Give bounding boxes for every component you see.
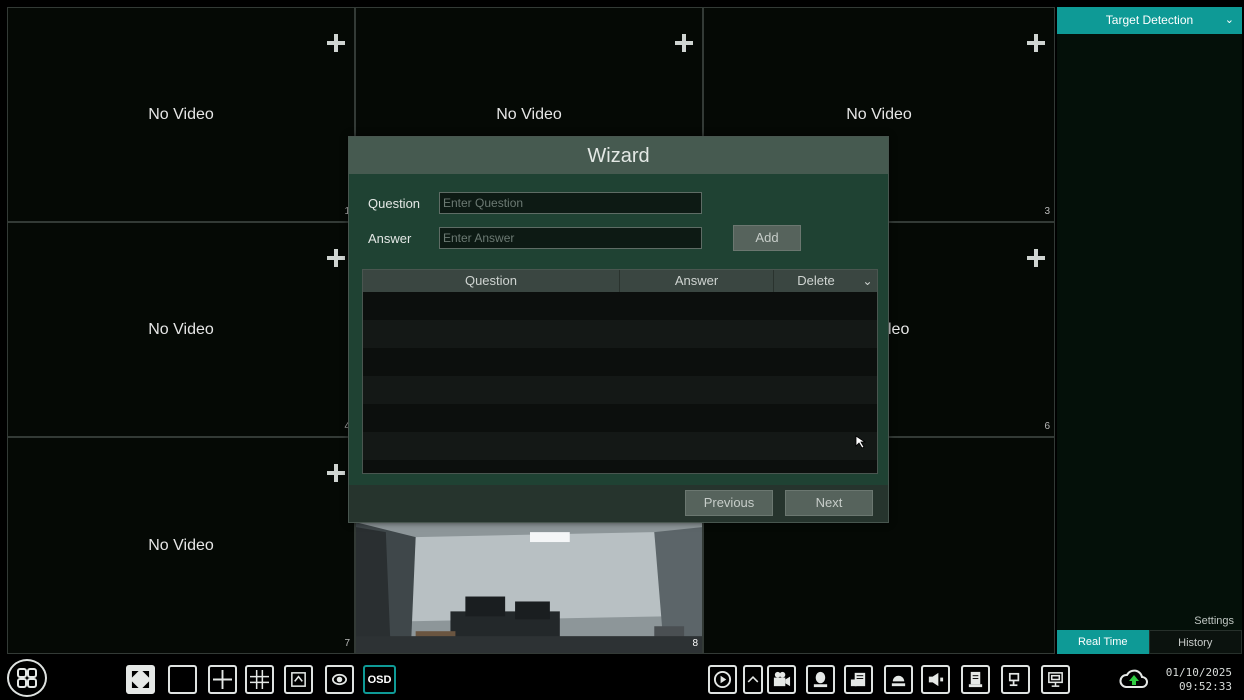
table-row xyxy=(363,432,877,460)
column-answer: Answer xyxy=(620,270,774,292)
question-input[interactable]: Enter Question xyxy=(439,192,702,214)
tab-real-time[interactable]: Real Time xyxy=(1057,630,1149,654)
no-video-label: No Video xyxy=(148,536,214,554)
playback-icon[interactable] xyxy=(708,665,737,694)
answer-label: Answer xyxy=(368,231,412,246)
table-row xyxy=(363,348,877,376)
video-channel-1[interactable]: No Video 1 xyxy=(7,7,355,222)
tab-history[interactable]: History xyxy=(1148,630,1242,654)
osd-label: OSD xyxy=(367,673,392,686)
target-detection-panel: Target Detection ⌄ Settings Real Time Hi… xyxy=(1057,7,1242,654)
no-video-label: No Video xyxy=(496,105,562,123)
previous-button[interactable]: Previous xyxy=(685,490,773,516)
ptz-icon[interactable] xyxy=(884,665,913,694)
wizard-dialog: Wizard Question Enter Question Answer En… xyxy=(348,136,889,523)
osd-icon[interactable]: OSD xyxy=(363,665,396,694)
wizard-footer: Previous Next xyxy=(349,485,888,522)
channel-number: 8 xyxy=(692,638,698,649)
column-delete: Delete xyxy=(797,273,835,288)
settings-link[interactable]: Settings xyxy=(1194,615,1234,627)
video-channel-4[interactable]: No Video 4 xyxy=(7,222,355,437)
table-row xyxy=(363,292,877,320)
wizard-title: Wizard xyxy=(349,137,888,174)
question-table: Question Answer Delete ⌄ xyxy=(362,269,878,474)
add-camera-icon[interactable] xyxy=(1027,249,1045,267)
chevron-down-icon[interactable]: ⌄ xyxy=(1225,7,1234,34)
speaker-icon[interactable] xyxy=(921,665,950,694)
panel-title-dropdown[interactable]: Target Detection ⌄ xyxy=(1057,7,1242,34)
channel-number: 7 xyxy=(344,638,350,649)
no-video-label: No Video xyxy=(846,105,912,123)
question-label: Question xyxy=(368,196,421,211)
monitor-icon[interactable] xyxy=(1041,665,1070,694)
add-camera-icon[interactable] xyxy=(675,34,693,52)
layout-1-icon[interactable] xyxy=(168,665,197,694)
alarm-icon[interactable] xyxy=(844,665,873,694)
no-video-label: leo xyxy=(888,321,910,338)
camera-icon[interactable] xyxy=(767,665,796,694)
add-camera-icon[interactable] xyxy=(327,249,345,267)
channel-number: 3 xyxy=(1044,206,1050,217)
mouse-cursor-icon xyxy=(855,435,867,449)
table-row xyxy=(363,320,877,348)
channel-number: 6 xyxy=(1044,421,1050,432)
fullscreen-icon[interactable] xyxy=(126,665,155,694)
add-camera-icon[interactable] xyxy=(1027,34,1045,52)
menu-grid-icon[interactable] xyxy=(7,659,47,697)
table-row xyxy=(363,404,877,432)
network-icon[interactable] xyxy=(1001,665,1030,694)
sequence-icon[interactable] xyxy=(325,665,354,694)
table-header: Question Answer Delete ⌄ xyxy=(363,270,877,292)
panel-tabs: Real Time History xyxy=(1057,630,1242,654)
layout-4-icon[interactable] xyxy=(208,665,237,694)
expand-up-icon[interactable] xyxy=(743,665,763,694)
time-text: 09:52:33 xyxy=(1179,680,1232,693)
cloud-upload-icon[interactable] xyxy=(1118,667,1150,691)
layout-9-icon[interactable] xyxy=(245,665,274,694)
date-text: 01/10/2025 xyxy=(1165,666,1232,679)
storage-icon[interactable] xyxy=(961,665,990,694)
clock: 01/10/2025 09:52:33 xyxy=(1166,666,1232,694)
chevron-down-icon[interactable]: ⌄ xyxy=(858,270,877,292)
bottom-toolbar: OSD 01/10/2025 09:52:33 xyxy=(0,656,1244,700)
layout-custom-icon[interactable] xyxy=(284,665,313,694)
table-row xyxy=(363,376,877,404)
video-channel-7[interactable]: No Video 7 xyxy=(7,437,355,654)
next-button[interactable]: Next xyxy=(785,490,873,516)
panel-title: Target Detection xyxy=(1105,13,1194,27)
person-icon[interactable] xyxy=(806,665,835,694)
add-camera-icon[interactable] xyxy=(327,34,345,52)
add-button[interactable]: Add xyxy=(733,225,801,251)
no-video-label: No Video xyxy=(148,105,214,123)
no-video-label: No Video xyxy=(148,320,214,338)
answer-input[interactable]: Enter Answer xyxy=(439,227,702,249)
add-camera-icon[interactable] xyxy=(327,464,345,482)
column-question: Question xyxy=(363,270,620,292)
